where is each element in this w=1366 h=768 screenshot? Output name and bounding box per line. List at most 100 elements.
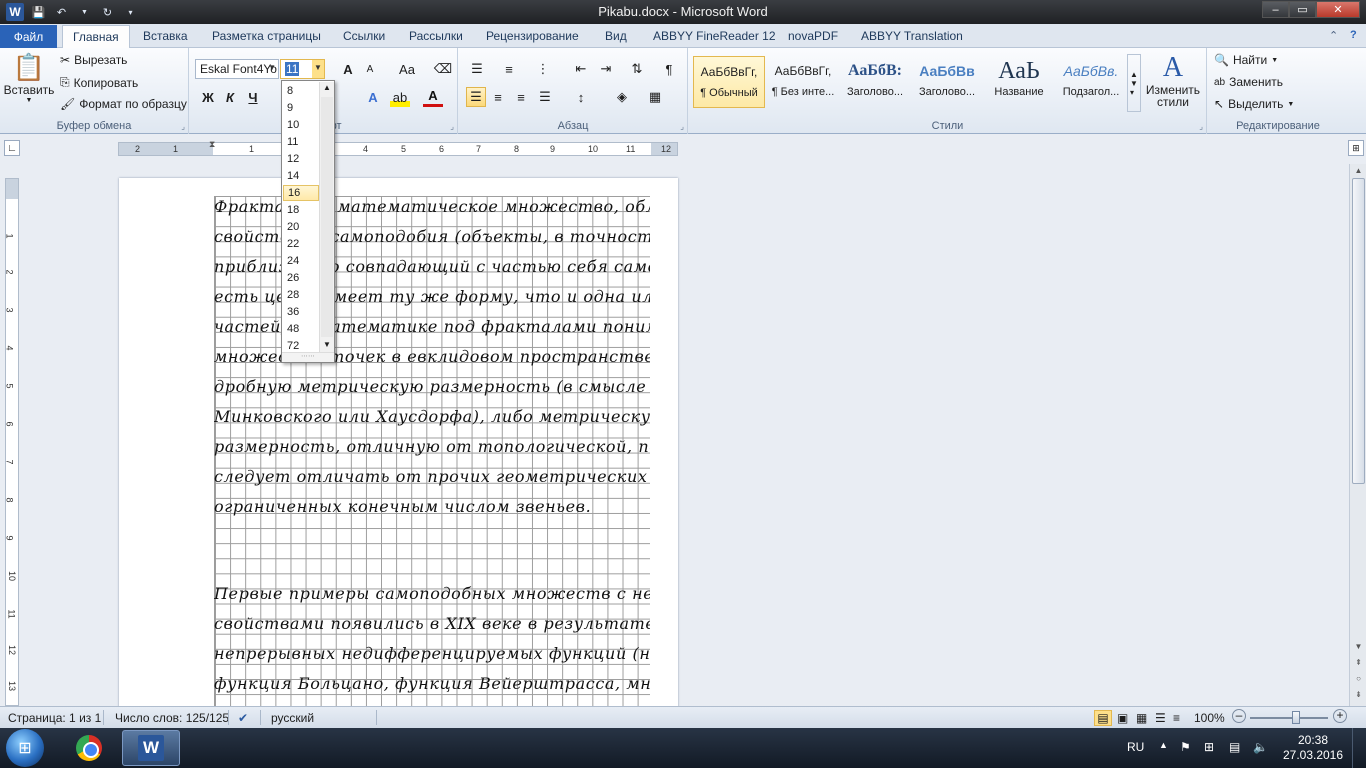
document-line[interactable]: непрерывных недифференцируемых функций (… — [214, 641, 650, 671]
windows-icon[interactable]: ⊞ — [1204, 740, 1214, 754]
align-center-icon[interactable]: ≡ — [488, 87, 508, 107]
tab-selector-icon[interactable]: ∟ — [4, 140, 20, 156]
show-desktop-button[interactable] — [1352, 728, 1366, 768]
scroll-down-icon[interactable]: ▼ — [321, 340, 333, 352]
vertical-scrollbar[interactable]: ▲ ▼ ⇞ ○ ⇟ — [1349, 164, 1366, 706]
format-painter-button[interactable]: 🖌 Формат по образцу — [60, 97, 187, 111]
tab-page-layout[interactable]: Разметка страницы — [212, 29, 321, 43]
minimize-ribbon-icon[interactable]: ⌃ — [1329, 29, 1338, 42]
highlight-icon[interactable]: ab — [390, 87, 410, 107]
tab-file[interactable]: Файл — [0, 25, 57, 48]
tab-insert[interactable]: Вставка — [143, 29, 188, 43]
style-heading-1[interactable]: АаБбВ: Заголово... — [839, 56, 911, 108]
tab-abbyy-translation[interactable]: ABBYY Translation — [861, 29, 963, 43]
replace-button[interactable]: ab Заменить — [1214, 75, 1283, 89]
document-line[interactable]: есть целое имеет ту же форму, что и одна… — [214, 284, 650, 314]
browse-object-icon[interactable]: ○ — [1352, 672, 1365, 685]
word-count[interactable]: Число слов: 125/125 — [115, 711, 229, 725]
clear-formatting-icon[interactable]: ⌫ — [433, 59, 453, 79]
taskbar-word[interactable]: W — [122, 730, 180, 766]
input-language[interactable]: RU — [1127, 740, 1144, 754]
dialog-launcher-icon[interactable]: ⌟ — [450, 122, 454, 131]
taskbar-chrome[interactable] — [60, 730, 118, 766]
sort-icon[interactable]: ⇅ — [627, 59, 647, 79]
zoom-slider-track[interactable] — [1250, 717, 1328, 719]
tab-novapdf[interactable]: novaPDF — [788, 29, 838, 43]
tab-references[interactable]: Ссылки — [343, 29, 385, 43]
tab-view[interactable]: Вид — [605, 29, 627, 43]
decrease-indent-icon[interactable]: ⇤ — [571, 59, 591, 79]
text-effects-icon[interactable]: A — [363, 87, 383, 107]
dialog-launcher-icon[interactable]: ⌟ — [1199, 122, 1203, 131]
document-line[interactable]: свойствами самоподобия (объекты, в точно… — [214, 224, 650, 254]
document-line[interactable]: Минковского или Хаусдорфа), либо метриче… — [214, 404, 650, 434]
font-color-icon[interactable]: A — [423, 87, 443, 107]
start-button[interactable]: ⊞ — [6, 729, 44, 767]
network-icon[interactable]: ▤ — [1229, 740, 1240, 754]
paste-button[interactable]: 📋 Вставить ▼ — [4, 52, 55, 104]
shading-icon[interactable]: ◈ — [612, 87, 632, 107]
document-line[interactable]: Фракталы — математическое множество, обл… — [214, 194, 650, 224]
tab-abbyy-finereader[interactable]: ABBYY FineReader 12 — [653, 29, 776, 43]
font-size-option[interactable]: 14 — [283, 168, 319, 184]
scroll-down-icon[interactable]: ▼ — [1352, 640, 1365, 653]
shrink-font-button[interactable]: A — [360, 59, 380, 79]
bullets-icon[interactable]: ☰ — [467, 59, 487, 79]
tray-expand-icon[interactable]: ▲ — [1159, 740, 1168, 750]
font-size-option-highlighted[interactable]: 16 — [283, 185, 319, 201]
dialog-launcher-icon[interactable]: ⌟ — [680, 122, 684, 131]
document-line[interactable]: размерность, отличную от топологической,… — [214, 434, 650, 464]
dropdown-scroll-track[interactable] — [321, 97, 333, 337]
dropdown-scrollbar[interactable]: ▲ ▼ — [319, 82, 334, 353]
font-size-dropdown[interactable]: 8 9 10 11 12 14 16 18 20 22 24 26 28 36 … — [281, 80, 335, 363]
tab-home[interactable]: Главная — [62, 25, 130, 49]
change-case-button[interactable]: Aa — [393, 59, 421, 79]
close-button[interactable]: ✕ — [1316, 1, 1360, 18]
proofing-icon[interactable]: ✔ — [238, 711, 248, 725]
help-icon[interactable]: ? — [1350, 29, 1357, 41]
full-screen-reading-icon[interactable]: ▣ — [1117, 711, 1128, 725]
style-normal[interactable]: АаБбВвГг, ¶ Обычный — [693, 56, 765, 108]
font-size-option[interactable]: 28 — [283, 287, 319, 303]
cut-button[interactable]: ✂ Вырезать — [60, 53, 127, 67]
style-title[interactable]: АаЬ Название — [983, 56, 1055, 108]
print-layout-icon[interactable]: ▤ — [1094, 710, 1112, 726]
tab-review[interactable]: Рецензирование — [486, 29, 579, 43]
style-no-spacing[interactable]: АаБбВвГг, ¶ Без инте... — [767, 56, 839, 108]
document-line[interactable]: приближенно совпадающий с частью себя са… — [214, 254, 650, 284]
align-right-icon[interactable]: ≡ — [511, 87, 531, 107]
grow-font-button[interactable]: A — [338, 59, 358, 79]
outline-icon[interactable]: ☰ — [1155, 711, 1166, 725]
show-marks-icon[interactable]: ¶ — [659, 59, 679, 79]
document-page[interactable]: Фракталы — математическое множество, обл… — [119, 178, 678, 708]
font-family-combo[interactable]: Eskal Font4Yo ▼ — [195, 59, 279, 79]
borders-icon[interactable]: ▦ — [645, 87, 665, 107]
font-size-option[interactable]: 12 — [283, 151, 319, 167]
clock[interactable]: 20:38 27.03.2016 — [1278, 733, 1348, 763]
bold-button[interactable]: Ж — [198, 87, 218, 107]
next-page-icon[interactable]: ⇟ — [1352, 688, 1365, 701]
resize-grip-icon[interactable]: ⋯⋯ — [282, 352, 334, 362]
language-indicator[interactable]: русский — [271, 711, 314, 725]
previous-page-icon[interactable]: ⇞ — [1352, 656, 1365, 669]
maximize-button[interactable]: ▭ — [1289, 1, 1316, 18]
style-heading-2[interactable]: АаБбВв Заголово... — [911, 56, 983, 108]
line-spacing-icon[interactable]: ↕ — [571, 87, 591, 107]
font-size-option[interactable]: 10 — [283, 117, 319, 133]
font-size-combo[interactable]: 11 ▼ — [280, 59, 325, 79]
scroll-up-icon[interactable]: ▲ — [321, 83, 333, 95]
font-size-value[interactable]: 11 — [285, 62, 300, 76]
font-size-option[interactable]: 18 — [283, 202, 319, 218]
find-button[interactable]: 🔍 Найти ▼ — [1214, 53, 1278, 67]
zoom-slider-thumb[interactable] — [1292, 711, 1300, 724]
document-line[interactable]: ограниченных конечным числом звеньев. — [214, 494, 650, 524]
zoom-level[interactable]: 100% — [1194, 711, 1225, 725]
zoom-in-button[interactable]: + — [1333, 709, 1347, 723]
font-size-option[interactable]: 36 — [283, 304, 319, 320]
document-line[interactable]: дробную метрическую размерность (в смысл… — [214, 374, 650, 404]
font-size-option[interactable]: 24 — [283, 253, 319, 269]
document-line[interactable]: частей). В математике под фракталами пон… — [214, 314, 650, 344]
increase-indent-icon[interactable]: ⇥ — [596, 59, 616, 79]
change-styles-button[interactable]: A Изменить стили — [1145, 52, 1201, 108]
numbering-icon[interactable]: ≡ — [499, 59, 519, 79]
